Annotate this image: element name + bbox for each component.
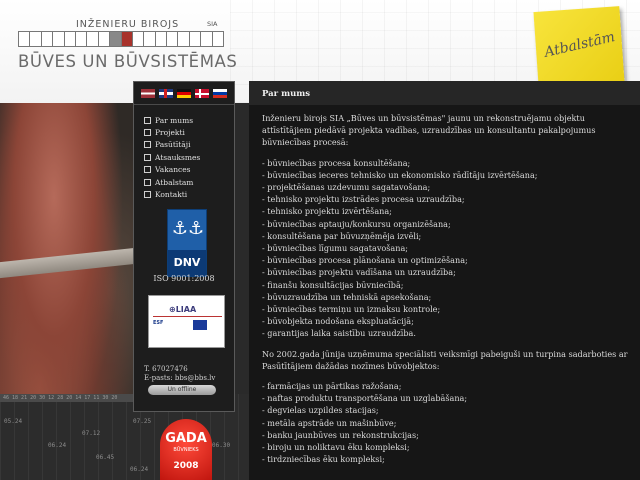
flag-germany-icon[interactable] xyxy=(177,89,191,98)
flag-russia-icon[interactable] xyxy=(213,89,227,98)
menu-item-label: Projekti xyxy=(155,128,185,138)
object-item: - biroju un noliktavu ēku kompleksi; xyxy=(262,442,410,453)
service-item: - tehnisko projektu izvērtēšana; xyxy=(262,206,392,217)
menu-item-atsauksmes[interactable]: Atsauksmes xyxy=(144,151,200,163)
content-title-bar: Par mums xyxy=(249,81,640,105)
service-item: - finanšu konsultācijas būvniecībā; xyxy=(262,279,404,290)
checkbox-icon xyxy=(144,166,151,174)
menu-item-pasutitaji[interactable]: Pasūtītāji xyxy=(144,139,200,151)
page-title: Par mums xyxy=(262,89,311,99)
menu-item-label: Vakances xyxy=(155,165,191,175)
badge-title: GADA xyxy=(165,431,207,446)
object-item: - naftas produktu transportēšana un uzgl… xyxy=(262,393,468,404)
projects-paragraph: No 2002.gada jūnija uzņēmuma speciālisti… xyxy=(262,348,628,371)
dimension-label: 07.25 xyxy=(133,418,152,425)
main-menu: Par mums Projekti Pasūtītāji Atsauksmes … xyxy=(144,114,200,201)
menu-item-label: Atbalstam xyxy=(155,177,194,187)
menu-item-vakances[interactable]: Vakances xyxy=(144,164,200,176)
contact-info: T. 67027476 E-pasts: bbs@bbs.lv xyxy=(144,365,215,383)
service-item: - būvobjekta nodošana ekspluatācijā; xyxy=(262,316,414,327)
contact-phone: T. 67027476 xyxy=(144,365,188,373)
menu-item-label: Pasūtītāji xyxy=(155,140,191,150)
online-status-button[interactable]: Un offline xyxy=(148,385,216,395)
menu-item-projekti[interactable]: Projekti xyxy=(144,126,200,138)
left-nav-panel: Par mums Projekti Pasūtītāji Atsauksmes … xyxy=(133,81,235,412)
logo-sia-text: SIA xyxy=(207,20,218,28)
sticky-note[interactable]: Atbalstām xyxy=(533,6,625,88)
service-item: - tehnisko projektu izstrādes procesa uz… xyxy=(262,194,465,205)
service-item: - būvniecības ieceres tehnisko un ekonom… xyxy=(262,169,538,180)
checkbox-icon xyxy=(144,129,151,137)
service-item: - būvniecības projektu vadīšana un uzrau… xyxy=(262,267,456,278)
object-item: - degvielas uzpildes stacijas; xyxy=(262,405,379,416)
logo-blocks xyxy=(18,31,225,47)
content-panel: Par mums Inženieru birojs SIA „Būves un … xyxy=(249,81,640,480)
eu-flag-icon xyxy=(193,320,207,330)
dimension-label: 05.24 xyxy=(4,418,23,425)
checkbox-icon xyxy=(144,178,151,186)
esf-logo: ESF xyxy=(153,320,164,326)
service-item: - būvuzraudzība un tehniskā apsekošana; xyxy=(262,291,432,302)
blueprint-ruler: 46 18 21 20 30 12 28 20 14 17 11 30 20 xyxy=(0,394,135,402)
contact-email[interactable]: E-pasts: bbs@bbs.lv xyxy=(144,374,215,383)
badge-year: 2008 xyxy=(173,461,199,471)
dimension-label: 06.24 xyxy=(130,466,149,473)
menu-item-label: Par mums xyxy=(155,115,194,125)
menu-item-atbalstam[interactable]: Atbalstam xyxy=(144,176,200,188)
service-item: - konsultēšana par būvuzņēmēja izvēli; xyxy=(262,230,422,241)
menu-item-par-mums[interactable]: Par mums xyxy=(144,114,200,126)
content-body: Inženieru birojs SIA „Būves un būvsistēm… xyxy=(262,112,632,465)
logo-bottom-text[interactable]: BŪVES UN BŪVSISTĒMAS xyxy=(18,52,238,71)
anchor-icon: ⚓⚓ xyxy=(171,218,205,239)
flag-latvia-icon[interactable] xyxy=(141,89,155,98)
object-item: - tirdzniecības ēku kompleksi; xyxy=(262,454,385,465)
dimension-label: 07.12 xyxy=(82,430,101,437)
dnv-label: DNV xyxy=(168,250,206,276)
menu-item-label: Atsauksmes xyxy=(155,152,201,162)
menu-item-kontakti[interactable]: Kontakti xyxy=(144,188,200,200)
checkbox-icon xyxy=(144,153,151,161)
liaa-logo: ⊕LIAA xyxy=(169,305,197,314)
dimension-label: 06.30 xyxy=(212,442,231,449)
service-item: - būvniecības procesa plānošana un optim… xyxy=(262,255,468,266)
sticky-note-text: Atbalstām xyxy=(542,29,617,61)
dnv-certification-logo[interactable]: ⚓⚓ DNV xyxy=(167,209,207,277)
service-item: - būvniecības procesa konsultēšana; xyxy=(262,157,411,168)
iso-certificate-text: ISO 9001:2008 xyxy=(153,274,215,283)
object-item: - farmācijas un pārtikas ražošana; xyxy=(262,381,402,392)
intro-paragraph: Inženieru birojs SIA „Būves un būvsistēm… xyxy=(262,113,596,148)
service-item: - būvniecības aptauju/konkursu organizēš… xyxy=(262,218,451,229)
service-item: - projektēšanas uzdevumu sagatavošana; xyxy=(262,182,431,193)
liaa-divider xyxy=(153,316,222,317)
flag-denmark-icon[interactable] xyxy=(195,89,209,98)
services-list: - būvniecības procesa konsultēšana; - bū… xyxy=(262,157,632,340)
object-item: - banku jaunbūves un rekonstrukcijas; xyxy=(262,429,419,440)
checkbox-icon xyxy=(144,141,151,149)
liaa-esf-banner[interactable]: ⊕LIAA ESF xyxy=(148,295,225,348)
objects-list: - farmācijas un pārtikas ražošana; - naf… xyxy=(262,380,632,465)
nav-divider xyxy=(134,104,234,105)
dimension-label: 06.24 xyxy=(48,442,67,449)
service-item: - būvniecības līgumu sagatavošana; xyxy=(262,243,409,254)
dimension-label: 06.45 xyxy=(96,454,115,461)
service-item: - garantijas laika saistību uzraudzība. xyxy=(262,328,416,339)
object-item: - metāla apstrāde un mašinbūve; xyxy=(262,417,397,428)
language-flags xyxy=(141,89,227,98)
checkbox-icon xyxy=(144,116,151,124)
gada-buvnieks-badge[interactable]: GADA BŪVNIEKS 2008 xyxy=(160,419,212,480)
badge-subtitle: BŪVNIEKS xyxy=(173,447,199,453)
menu-item-label: Kontakti xyxy=(155,190,188,200)
service-item: - būvniecības termiņu un izmaksu kontrol… xyxy=(262,304,441,315)
logo-top-text: INŽENIERU BIROJS xyxy=(76,19,180,30)
checkbox-icon xyxy=(144,191,151,199)
flag-uk-icon[interactable] xyxy=(159,89,173,98)
